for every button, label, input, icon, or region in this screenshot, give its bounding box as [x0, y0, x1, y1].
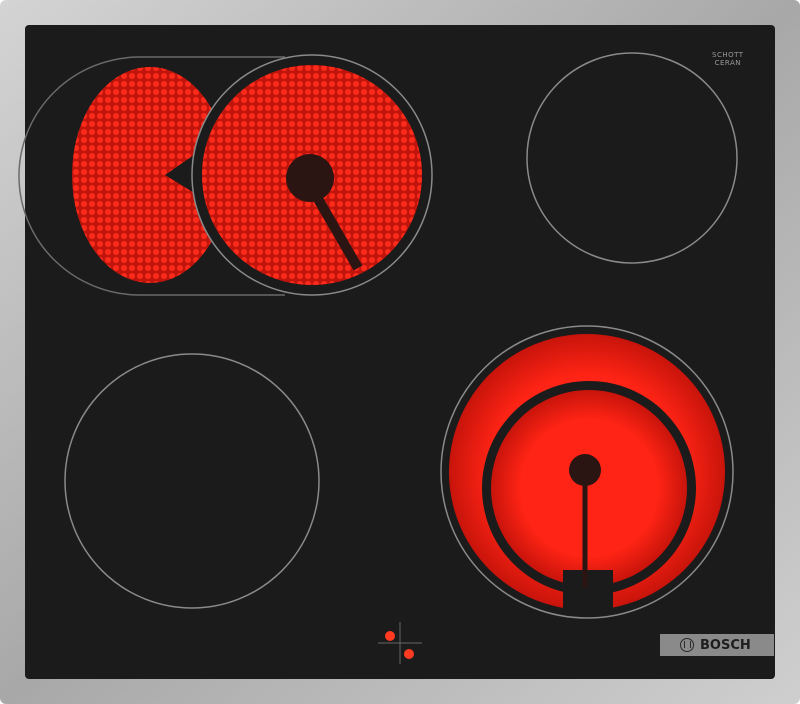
cooktop-drawing	[0, 0, 800, 704]
brand-name: BOSCH	[700, 637, 751, 653]
brand-badge: BOSCH	[660, 634, 774, 656]
logo-line: SCHOTT	[712, 51, 744, 59]
residual-heat-light	[404, 649, 414, 659]
schott-ceran-logo: SCHOTT CERAN	[712, 51, 744, 67]
bosch-logo-icon	[680, 638, 694, 652]
logo-line: CERAN	[714, 59, 741, 67]
cooktop: SCHOTT CERAN BOSCH	[0, 0, 800, 704]
residual-heat-light	[385, 631, 395, 641]
heating-coil-inner	[491, 390, 687, 586]
